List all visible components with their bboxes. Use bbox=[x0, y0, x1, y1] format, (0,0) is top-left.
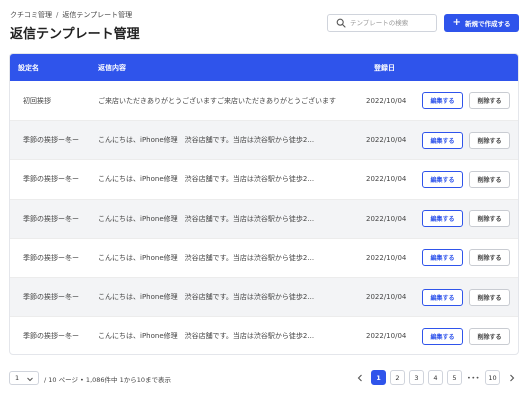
row-date: 2022/10/04 bbox=[366, 253, 407, 262]
page-button[interactable]: 5 bbox=[447, 370, 462, 385]
row-date: 2022/10/04 bbox=[366, 175, 407, 184]
page-select[interactable]: 1 bbox=[9, 371, 39, 385]
column-header-content: 返信内容 bbox=[98, 63, 126, 72]
delete-button[interactable]: 削除する bbox=[469, 92, 510, 110]
new-template-label: 新規で作成する bbox=[464, 20, 511, 28]
edit-button[interactable]: 編集する bbox=[422, 249, 463, 267]
row-date: 2022/10/04 bbox=[366, 332, 407, 341]
chevron-down-icon bbox=[27, 377, 33, 382]
row-content: こんにちは、iPhone修理 渋谷店舗です。当店は渋谷駅から徒歩2... bbox=[98, 253, 315, 262]
row-name: 季節の挨拶ー冬ー bbox=[23, 293, 79, 302]
row-actions: 編集する 削除する bbox=[418, 327, 510, 345]
page-button[interactable]: 1 bbox=[371, 370, 386, 385]
row-date: 2022/10/04 bbox=[366, 214, 407, 223]
table-row: 季節の挨拶ー冬ー こんにちは、iPhone修理 渋谷店舗です。当店は渋谷駅から徒歩… bbox=[10, 198, 518, 238]
template-table: 設定名 返信内容 登録日 初回挨拶 ご来店いただきありがとうございますご来店いただ… bbox=[9, 53, 519, 355]
delete-button[interactable]: 削除する bbox=[469, 170, 510, 188]
delete-button[interactable]: 削除する bbox=[469, 288, 510, 306]
row-date: 2022/10/04 bbox=[366, 96, 407, 105]
row-actions: 編集する 削除する bbox=[418, 131, 510, 149]
row-date: 2022/10/04 bbox=[366, 136, 407, 145]
table-row: 季節の挨拶ー冬ー こんにちは、iPhone修理 渋谷店舗です。当店は渋谷駅から徒歩… bbox=[10, 120, 518, 160]
page-title: 返信テンプレート管理 bbox=[10, 27, 140, 42]
row-actions: 編集する 削除する bbox=[418, 210, 510, 228]
breadcrumb-current: 返信テンプレート管理 bbox=[62, 11, 133, 19]
edit-button[interactable]: 編集する bbox=[422, 327, 463, 345]
last-page-button[interactable]: 10 bbox=[485, 370, 500, 385]
search-input[interactable] bbox=[350, 17, 432, 29]
table-body: 初回挨拶 ご来店いただきありがとうございますご来店いただきありがとうございます 20… bbox=[10, 81, 518, 354]
delete-button[interactable]: 削除する bbox=[469, 210, 510, 228]
edit-button[interactable]: 編集する bbox=[422, 288, 463, 306]
row-content: ご来店いただきありがとうございますご来店いただきありがとうございます bbox=[98, 96, 336, 105]
table-row: 季節の挨拶ー冬ー こんにちは、iPhone修理 渋谷店舗です。当店は渋谷駅から徒歩… bbox=[10, 159, 518, 198]
row-name: 季節の挨拶ー冬ー bbox=[23, 214, 79, 223]
page-select-value: 1 bbox=[15, 374, 20, 382]
edit-button[interactable]: 編集する bbox=[422, 210, 463, 228]
breadcrumb-root[interactable]: クチコミ管理 bbox=[10, 11, 52, 19]
new-template-button[interactable]: + 新規で作成する bbox=[444, 14, 519, 32]
table-row: 初回挨拶 ご来店いただきありがとうございますご来店いただきありがとうございます 20… bbox=[10, 81, 518, 120]
column-header-name: 設定名 bbox=[18, 63, 39, 72]
row-actions: 編集する 削除する bbox=[418, 288, 510, 306]
delete-button[interactable]: 削除する bbox=[469, 131, 510, 149]
next-page-button[interactable] bbox=[504, 370, 519, 385]
delete-button[interactable]: 削除する bbox=[469, 249, 510, 267]
page-button[interactable]: 3 bbox=[409, 370, 424, 385]
row-actions: 編集する 削除する bbox=[418, 249, 510, 267]
row-name: 季節の挨拶ー冬ー bbox=[23, 253, 79, 262]
row-name: 季節の挨拶ー冬ー bbox=[23, 175, 79, 184]
row-content: こんにちは、iPhone修理 渋谷店舗です。当店は渋谷駅から徒歩2... bbox=[98, 293, 315, 302]
prev-page-button[interactable] bbox=[352, 370, 367, 385]
delete-button[interactable]: 削除する bbox=[469, 327, 510, 345]
row-name: 季節の挨拶ー冬ー bbox=[23, 136, 79, 145]
row-content: こんにちは、iPhone修理 渋谷店舗です。当店は渋谷駅から徒歩2... bbox=[98, 332, 315, 341]
table-header: 設定名 返信内容 登録日 bbox=[10, 54, 518, 81]
row-content: こんにちは、iPhone修理 渋谷店舗です。当店は渋谷駅から徒歩2... bbox=[98, 136, 315, 145]
row-content: こんにちは、iPhone修理 渋谷店舗です。当店は渋谷駅から徒歩2... bbox=[98, 175, 315, 184]
pagination-info: / 10 ページ • 1,086件中 1から10まで表示 bbox=[44, 376, 172, 384]
column-header-date: 登録日 bbox=[374, 63, 395, 72]
table-row: 季節の挨拶ー冬ー こんにちは、iPhone修理 渋谷店舗です。当店は渋谷駅から徒歩… bbox=[10, 276, 518, 317]
edit-button[interactable]: 編集する bbox=[422, 131, 463, 149]
pagination: 1 2 3 4 5 ••• 10 bbox=[352, 370, 519, 385]
chevron-right-icon bbox=[509, 374, 514, 381]
edit-button[interactable]: 編集する bbox=[422, 170, 463, 188]
page-button[interactable]: 2 bbox=[390, 370, 405, 385]
breadcrumb: クチコミ管理 / 返信テンプレート管理 bbox=[10, 10, 132, 20]
plus-icon: + bbox=[452, 17, 461, 28]
row-actions: 編集する 削除する bbox=[418, 92, 510, 110]
table-row: 季節の挨拶ー冬ー こんにちは、iPhone修理 渋谷店舗です。当店は渋谷駅から徒歩… bbox=[10, 237, 518, 277]
chevron-left-icon bbox=[357, 374, 362, 381]
edit-button[interactable]: 編集する bbox=[422, 92, 463, 110]
pagination-ellipsis: ••• bbox=[466, 370, 481, 385]
row-content: こんにちは、iPhone修理 渋谷店舗です。当店は渋谷駅から徒歩2... bbox=[98, 214, 315, 223]
search-box[interactable] bbox=[327, 14, 437, 32]
row-date: 2022/10/04 bbox=[366, 293, 407, 302]
breadcrumb-separator: / bbox=[56, 11, 59, 19]
row-name: 季節の挨拶ー冬ー bbox=[23, 332, 79, 341]
row-name: 初回挨拶 bbox=[23, 96, 51, 105]
page-button[interactable]: 4 bbox=[428, 370, 443, 385]
row-actions: 編集する 削除する bbox=[418, 170, 510, 188]
table-row: 季節の挨拶ー冬ー こんにちは、iPhone修理 渋谷店舗です。当店は渋谷駅から徒歩… bbox=[10, 316, 518, 354]
search-icon bbox=[336, 18, 346, 28]
